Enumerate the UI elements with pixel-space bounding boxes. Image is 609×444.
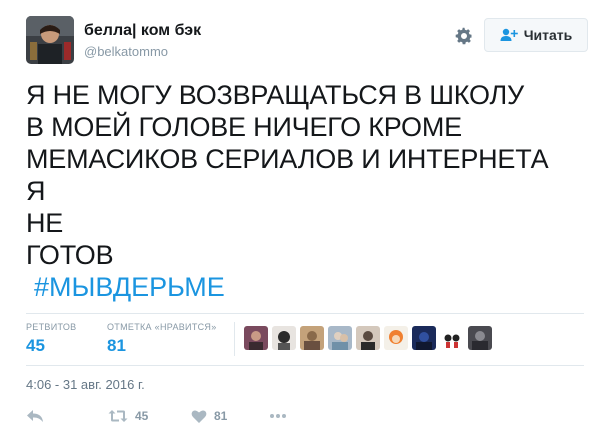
retweets-stat[interactable]: РЕТВИТОВ 45	[26, 322, 76, 356]
liker-avatar[interactable]	[384, 326, 408, 350]
likes-stat[interactable]: ОТМЕТКА «НРАВИТСЯ» 81	[107, 322, 217, 356]
retweets-label: РЕТВИТОВ	[26, 322, 77, 332]
retweet-icon	[108, 410, 128, 422]
liker-avatar[interactable]	[440, 326, 464, 350]
avatar[interactable]	[26, 16, 74, 64]
likes-count: 81	[107, 336, 126, 355]
liker-avatar[interactable]	[244, 326, 268, 350]
like-button[interactable]: 81	[191, 406, 227, 426]
more-button[interactable]	[269, 406, 287, 426]
more-icon	[270, 414, 286, 418]
liker-avatar[interactable]	[272, 326, 296, 350]
follow-button[interactable]: Читать	[484, 18, 588, 52]
add-user-icon	[500, 28, 518, 41]
heart-icon	[191, 409, 207, 423]
stats-separator	[234, 322, 235, 356]
retweet-count: 45	[135, 409, 149, 423]
liker-avatars	[244, 326, 492, 350]
like-count: 81	[214, 409, 228, 423]
follow-label: Читать	[523, 27, 573, 43]
tweet-timestamp[interactable]: 4:06 - 31 авг. 2016 г.	[26, 377, 145, 392]
gear-icon[interactable]	[454, 26, 474, 46]
reply-button[interactable]	[26, 406, 44, 426]
hashtag-link[interactable]: #МЫВДЕРЬМЕ	[34, 271, 225, 303]
retweet-button[interactable]: 45	[108, 406, 148, 426]
divider	[26, 313, 584, 314]
display-name[interactable]: белла| ком бэк	[84, 22, 201, 40]
liker-avatar[interactable]	[328, 326, 352, 350]
liker-avatar[interactable]	[300, 326, 324, 350]
tweet-line: МЕМАСИКОВ СЕРИАЛОВ И ИНТЕРНЕТА	[26, 144, 549, 174]
tweet-line: Я	[26, 176, 46, 206]
liker-avatar[interactable]	[412, 326, 436, 350]
liker-avatar[interactable]	[468, 326, 492, 350]
tweet-line: ГОТОВ	[26, 240, 114, 270]
reply-icon	[27, 410, 43, 422]
tweet-line: В МОЕЙ ГОЛОВЕ НИЧЕГО КРОМЕ	[26, 112, 462, 142]
divider	[26, 365, 584, 366]
retweets-count: 45	[26, 336, 45, 355]
liker-avatar[interactable]	[356, 326, 380, 350]
likes-label: ОТМЕТКА «НРАВИТСЯ»	[107, 322, 217, 332]
tweet-line: Я НЕ МОГУ ВОЗВРАЩАТЬСЯ В ШКОЛУ	[26, 80, 524, 110]
username[interactable]: @belkatommo	[84, 44, 168, 59]
tweet-text: Я НЕ МОГУ ВОЗВРАЩАТЬСЯ В ШКОЛУ В МОЕЙ ГО…	[26, 79, 596, 271]
tweet-line: НЕ	[26, 208, 64, 238]
